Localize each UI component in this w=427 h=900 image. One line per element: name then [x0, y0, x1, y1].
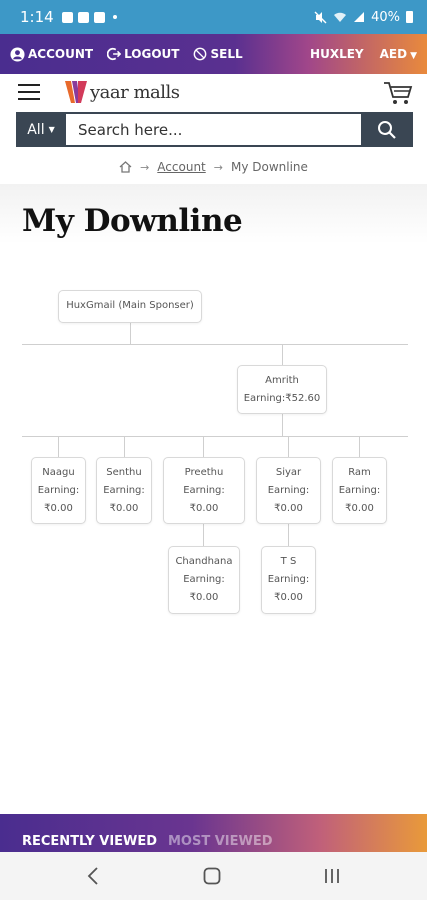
- tree-connector: [288, 524, 289, 546]
- tree-connector: [130, 323, 131, 344]
- node-name: Naagu: [42, 467, 75, 478]
- tree-node[interactable]: T S Earning: ₹0.00: [261, 546, 316, 614]
- system-nav-bar: [0, 852, 427, 900]
- tree-node[interactable]: Siyar Earning: ₹0.00: [256, 457, 321, 524]
- tab-recently-viewed[interactable]: RECENTLY VIEWED: [22, 834, 157, 849]
- tree-connector: [359, 436, 360, 457]
- node-amount: ₹0.00: [44, 503, 73, 514]
- node-earning-label: Earning:: [103, 485, 145, 496]
- tree-connector: [203, 436, 204, 457]
- tree-node-root[interactable]: HuxGmail (Main Sponser): [58, 290, 202, 323]
- node-name: Senthu: [106, 467, 142, 478]
- tree-connector: [58, 436, 59, 457]
- bottom-tabs-bar: RECENTLY VIEWED MOST VIEWED: [0, 814, 427, 852]
- node-name: Ram: [348, 467, 371, 478]
- tree-node[interactable]: Preethu Earning: ₹0.00: [163, 457, 245, 524]
- tree-connector: [282, 344, 283, 365]
- node-amount: ₹0.00: [109, 503, 139, 514]
- recent-apps-icon[interactable]: [320, 864, 344, 888]
- node-name: Chandhana: [175, 556, 233, 567]
- node-amount: ₹0.00: [274, 503, 303, 514]
- tab-most-viewed[interactable]: MOST VIEWED: [168, 834, 273, 849]
- node-amount: ₹0.00: [189, 592, 219, 603]
- back-icon[interactable]: [81, 864, 105, 888]
- node-earning-label: Earning:: [183, 485, 225, 496]
- node-earning-label: Earning:: [183, 574, 225, 585]
- downline-tree: HuxGmail (Main Sponser) Amrith Earning:₹…: [0, 0, 427, 900]
- node-amount: ₹0.00: [345, 503, 374, 514]
- tree-connector: [22, 344, 408, 345]
- node-name: Preethu: [184, 467, 224, 478]
- tree-connector: [22, 436, 408, 437]
- tree-node[interactable]: Amrith Earning:₹52.60: [237, 365, 327, 414]
- node-name: T S: [280, 556, 297, 567]
- home-button-icon[interactable]: [200, 864, 224, 888]
- node-earning-label: Earning:: [338, 485, 381, 496]
- tree-node[interactable]: Senthu Earning: ₹0.00: [96, 457, 152, 524]
- node-amount: ₹0.00: [274, 592, 303, 603]
- tree-connector: [124, 436, 125, 457]
- tree-connector: [288, 436, 289, 457]
- node-earning: Earning:₹52.60: [243, 393, 321, 404]
- tree-node[interactable]: Ram Earning: ₹0.00: [332, 457, 387, 524]
- tree-node[interactable]: Chandhana Earning: ₹0.00: [168, 546, 240, 614]
- node-name: Amrith: [265, 375, 299, 386]
- node-amount: ₹0.00: [189, 503, 219, 514]
- node-earning-label: Earning:: [267, 574, 310, 585]
- tree-node[interactable]: Naagu Earning: ₹0.00: [31, 457, 86, 524]
- node-earning-label: Earning:: [267, 485, 310, 496]
- tree-connector: [203, 524, 204, 546]
- node-name: HuxGmail (Main Sponser): [66, 300, 194, 311]
- node-name: Siyar: [275, 467, 302, 478]
- tree-connector: [282, 414, 283, 436]
- node-earning-label: Earning:: [37, 485, 80, 496]
